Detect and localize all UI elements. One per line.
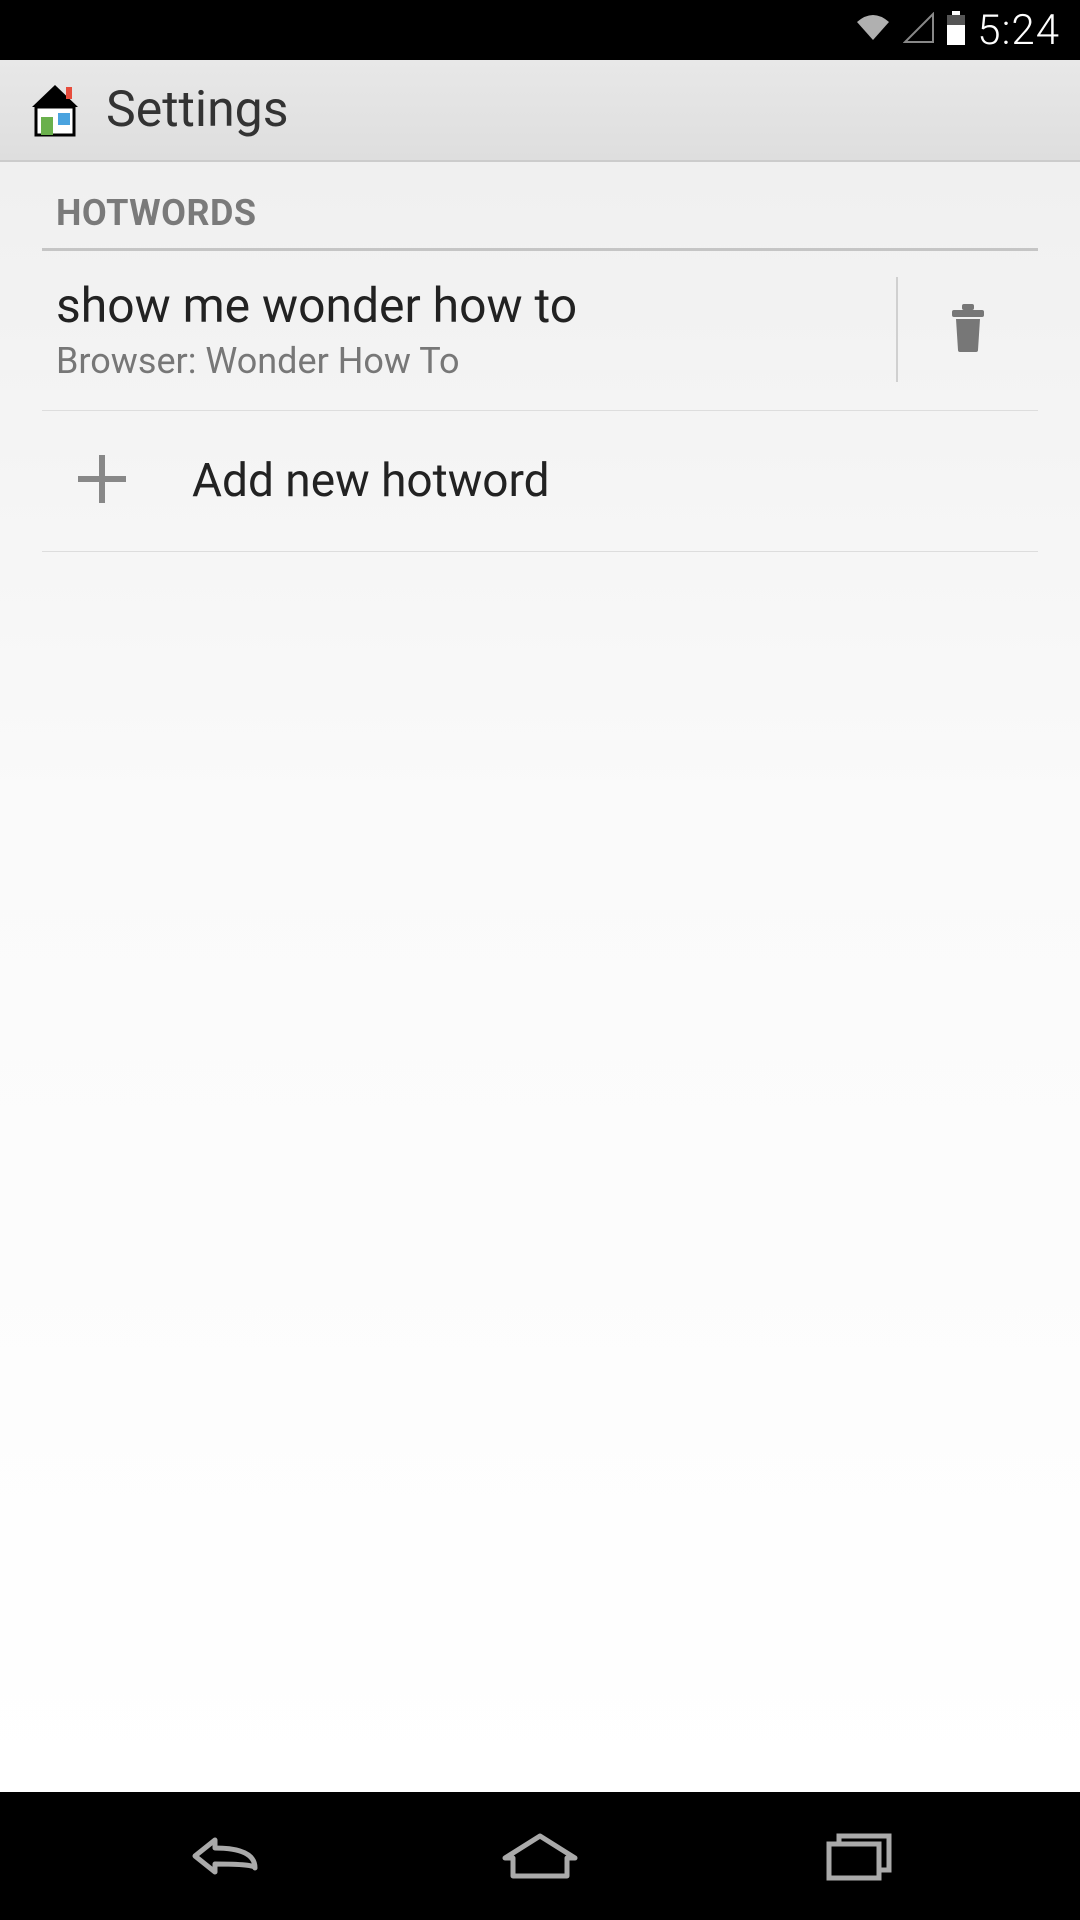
hotword-subtitle: Browser: Wonder How To <box>56 340 876 382</box>
delete-hotword-button[interactable] <box>898 277 1038 382</box>
page-title: Settings <box>106 81 289 139</box>
hotword-title: show me wonder how to <box>56 277 876 334</box>
back-button[interactable] <box>150 1821 290 1891</box>
hotword-row: show me wonder how to Browser: Wonder Ho… <box>42 251 1038 411</box>
recent-apps-button[interactable] <box>790 1821 930 1891</box>
content-area: HOTWORDS show me wonder how to Browser: … <box>0 162 1080 1792</box>
section-header-hotwords: HOTWORDS <box>0 170 1080 248</box>
add-hotword-label: Add new hotword <box>192 454 550 508</box>
hotword-entry[interactable]: show me wonder how to Browser: Wonder Ho… <box>56 277 896 382</box>
action-bar: Settings <box>0 60 1080 162</box>
add-hotword-button[interactable]: Add new hotword <box>42 411 1038 552</box>
home-app-icon[interactable] <box>26 81 84 139</box>
status-bar: 5:24 <box>0 0 1080 60</box>
navigation-bar <box>0 1792 1080 1920</box>
wifi-icon <box>853 12 893 48</box>
cell-signal-icon <box>903 12 935 48</box>
trash-icon <box>948 304 988 356</box>
home-button[interactable] <box>470 1821 610 1891</box>
plus-icon <box>74 451 130 511</box>
battery-icon <box>945 11 967 49</box>
status-time: 5:24 <box>977 6 1060 55</box>
